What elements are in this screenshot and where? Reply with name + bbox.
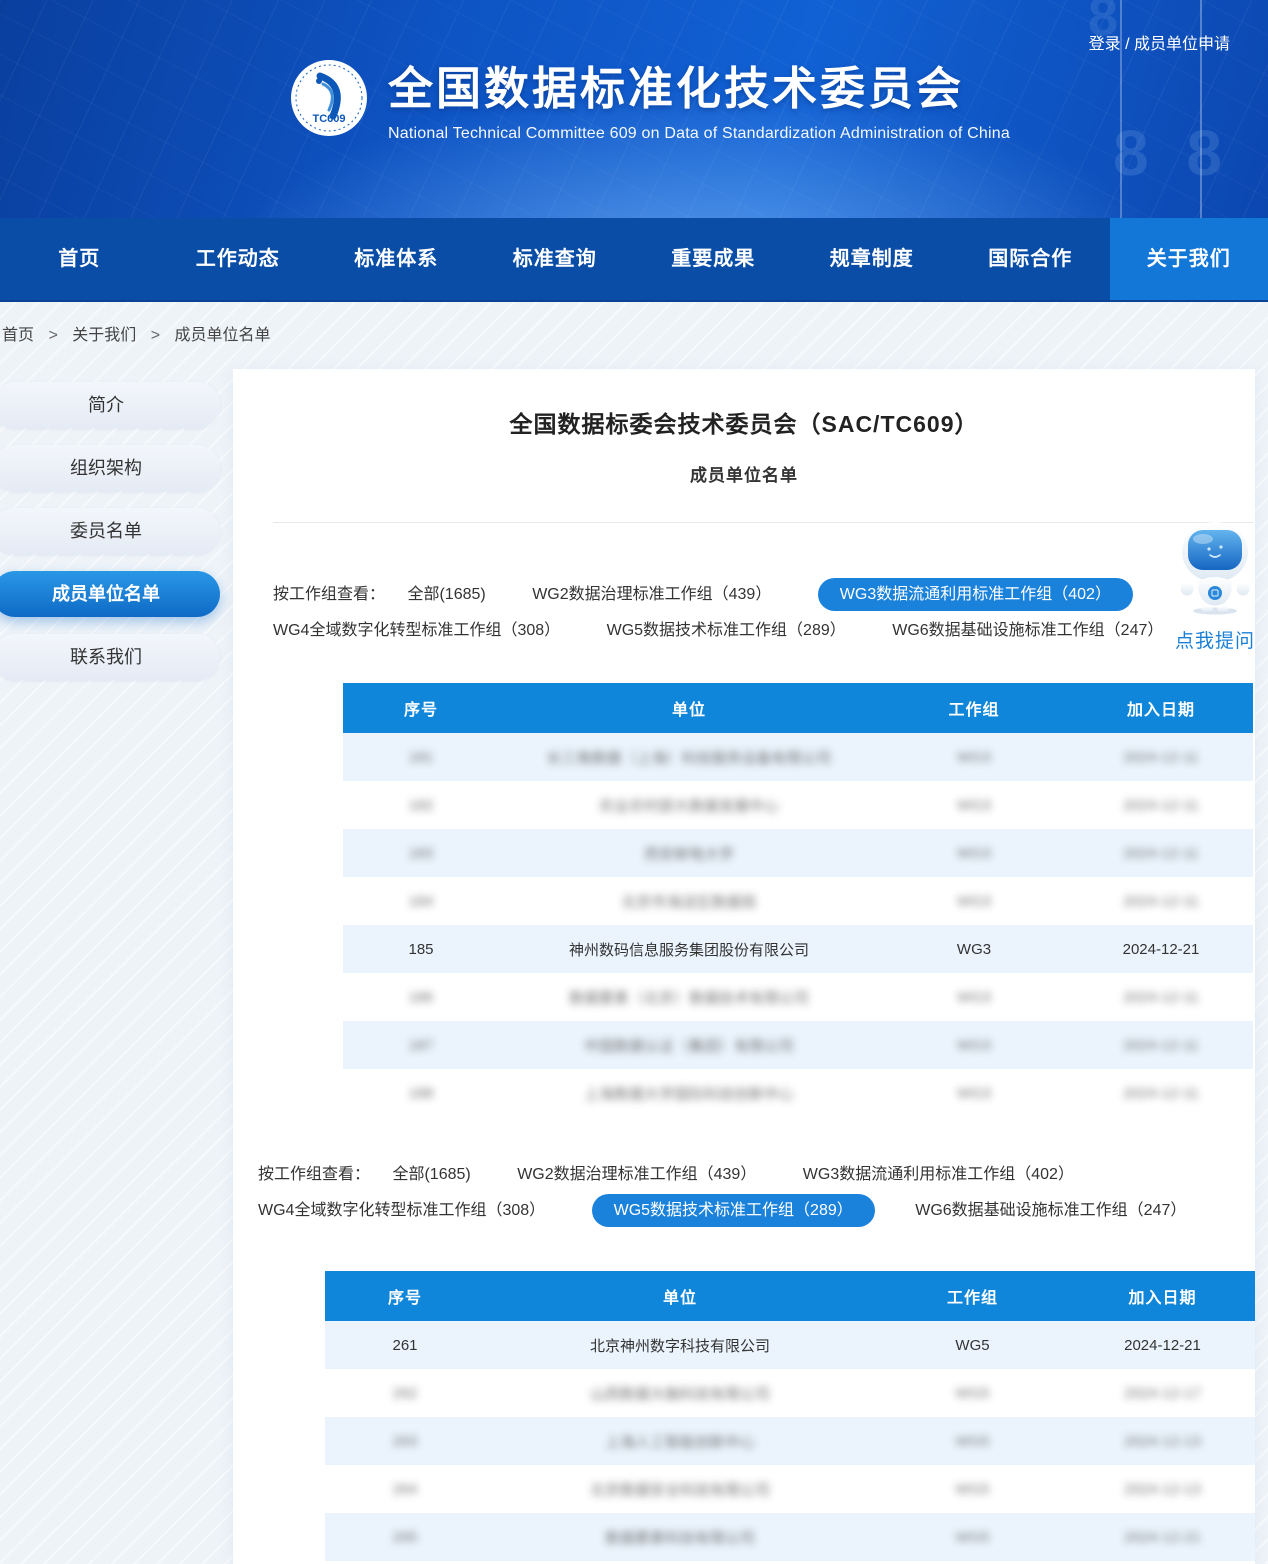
column-header: 序号 bbox=[343, 683, 499, 733]
site-subtitle-en: National Technical Committee 609 on Data… bbox=[388, 125, 1010, 143]
filter-wg6[interactable]: WG6数据基础设施标准工作组（247） bbox=[915, 1202, 1186, 1219]
filter-wg3[interactable]: WG3数据流通利用标准工作组（402） bbox=[803, 1166, 1074, 1183]
member-units-table-wg5: 序号 单位 工作组 加入日期 261 北京神州数字科技有限公司 WG5 2024… bbox=[325, 1271, 1255, 1561]
filter-label: 按工作组查看： bbox=[258, 1166, 370, 1183]
table-row: 187 中国数据认证（集团）有限公司 WG3 2024-12-11 bbox=[343, 1021, 1253, 1069]
filter-wg3[interactable]: WG3数据流通利用标准工作组（402） bbox=[818, 578, 1133, 611]
table-row-highlight: 261 北京神州数字科技有限公司 WG5 2024-12-21 bbox=[325, 1321, 1255, 1369]
filter-wg5[interactable]: WG5数据技术标准工作组（289） bbox=[592, 1194, 875, 1227]
divider bbox=[273, 522, 1253, 523]
breadcrumb-home[interactable]: 首页 bbox=[2, 327, 34, 344]
column-header: 加入日期 bbox=[1069, 683, 1253, 733]
column-header: 单位 bbox=[485, 1271, 875, 1321]
table-row: 188 上海数据大学国际科技创新中心 WG3 2024-12-11 bbox=[343, 1069, 1253, 1117]
filter-all[interactable]: 全部(1685) bbox=[407, 586, 485, 603]
nav-item-home[interactable]: 首页 bbox=[0, 218, 159, 300]
workgroup-filter-section-2: 按工作组查看： 全部(1685) WG2数据治理标准工作组（439） WG3数据… bbox=[258, 1157, 1255, 1229]
login-apply-link[interactable]: 登录 / 成员单位申请 bbox=[1089, 30, 1230, 54]
filter-wg5[interactable]: WG5数据技术标准工作组（289） bbox=[607, 622, 846, 639]
nav-item-standard-search[interactable]: 标准查询 bbox=[476, 218, 635, 300]
breadcrumb-member-units: 成员单位名单 bbox=[175, 327, 271, 344]
assistant-robot-icon[interactable] bbox=[1169, 519, 1261, 620]
assistant-label[interactable]: 点我提问 bbox=[1169, 626, 1261, 653]
table-row: 264 北京数据安全科技有限公司 WG5 2024-12-13 bbox=[325, 1465, 1255, 1513]
nav-item-international[interactable]: 国际合作 bbox=[951, 218, 1110, 300]
site-banner: 登录 / 成员单位申请 TC609 全国数据标准化技术委员会 National … bbox=[0, 0, 1268, 218]
page-subtitle: 成员单位名单 bbox=[233, 461, 1255, 486]
breadcrumb-separator: > bbox=[48, 327, 57, 344]
table-header-row: 序号 单位 工作组 加入日期 bbox=[325, 1271, 1255, 1321]
table-header-row: 序号 单位 工作组 加入日期 bbox=[343, 683, 1253, 733]
filter-all[interactable]: 全部(1685) bbox=[392, 1166, 470, 1183]
site-brand: TC609 全国数据标准化技术委员会 National Technical Co… bbox=[290, 52, 1010, 143]
breadcrumb-about[interactable]: 关于我们 bbox=[72, 327, 136, 344]
nav-item-work-news[interactable]: 工作动态 bbox=[159, 218, 318, 300]
breadcrumb-separator: > bbox=[151, 327, 160, 344]
table-row: 262 山西数据大脑科技有限公司 WG5 2024-12-17 bbox=[325, 1369, 1255, 1417]
sidebar-item-intro[interactable]: 简介 bbox=[0, 382, 220, 428]
sidebar-item-committee-members[interactable]: 委员名单 bbox=[0, 508, 220, 554]
table-row-highlight: 185 神州数码信息服务集团股份有限公司 WG3 2024-12-21 bbox=[343, 925, 1253, 973]
main-nav: 首页 工作动态 标准体系 标准查询 重要成果 规章制度 国际合作 关于我们 bbox=[0, 218, 1268, 302]
column-header: 工作组 bbox=[875, 1271, 1070, 1321]
filter-wg4[interactable]: WG4全域数字化转型标准工作组（308） bbox=[273, 622, 560, 639]
column-header: 加入日期 bbox=[1070, 1271, 1255, 1321]
assistant-widget[interactable]: 点我提问 bbox=[1169, 519, 1261, 653]
filter-wg2[interactable]: WG2数据治理标准工作组（439） bbox=[517, 1166, 756, 1183]
content-card: 全国数据标委会技术委员会（SAC/TC609） 成员单位名单 bbox=[233, 369, 1255, 1564]
column-header: 序号 bbox=[325, 1271, 485, 1321]
column-header: 工作组 bbox=[879, 683, 1069, 733]
table-row: 182 农业农村部大数据发展中心 WG3 2024-12-11 bbox=[343, 781, 1253, 829]
sidebar-item-member-units[interactable]: 成员单位名单 bbox=[0, 571, 220, 617]
sidebar: 简介 组织架构 委员名单 成员单位名单 联系我们 bbox=[0, 382, 222, 697]
nav-item-standard-system[interactable]: 标准体系 bbox=[317, 218, 476, 300]
table-row: 184 北京市海淀区数据局 WG3 2024-12-11 bbox=[343, 877, 1253, 925]
committee-logo-icon: TC609 bbox=[290, 59, 368, 137]
nav-item-regulations[interactable]: 规章制度 bbox=[793, 218, 952, 300]
filter-label: 按工作组查看： bbox=[273, 586, 385, 603]
table-row: 183 西安邮电大学 WG3 2024-12-11 bbox=[343, 829, 1253, 877]
sidebar-item-contact[interactable]: 联系我们 bbox=[0, 634, 220, 680]
member-units-table-wg3: 序号 单位 工作组 加入日期 181 长三角数据（上海）科技服务设备有限公司 W… bbox=[343, 683, 1253, 1117]
table-row: 181 长三角数据（上海）科技服务设备有限公司 WG3 2024-12-11 bbox=[343, 733, 1253, 781]
breadcrumb: 首页 > 关于我们 > 成员单位名单 bbox=[0, 302, 1268, 369]
sidebar-item-organization[interactable]: 组织架构 bbox=[0, 445, 220, 491]
filter-wg6[interactable]: WG6数据基础设施标准工作组（247） bbox=[892, 622, 1163, 639]
table-row: 265 数据要素科技有限公司 WG5 2024-12-21 bbox=[325, 1513, 1255, 1561]
table-row: 186 数据要素（北京）数据技术有限公司 WG3 2024-12-11 bbox=[343, 973, 1253, 1021]
site-title: 全国数据标准化技术委员会 bbox=[388, 52, 1010, 117]
page-title: 全国数据标委会技术委员会（SAC/TC609） bbox=[233, 369, 1255, 439]
table-row: 263 上海人工智能创新中心 WG5 2024-12-13 bbox=[325, 1417, 1255, 1465]
nav-item-about[interactable]: 关于我们 bbox=[1110, 218, 1268, 300]
filter-wg4[interactable]: WG4全域数字化转型标准工作组（308） bbox=[258, 1202, 545, 1219]
svg-text:TC609: TC609 bbox=[312, 113, 345, 125]
nav-item-achievements[interactable]: 重要成果 bbox=[634, 218, 793, 300]
column-header: 单位 bbox=[499, 683, 879, 733]
workgroup-filter-section-1: 按工作组查看： 全部(1685) WG2数据治理标准工作组（439） WG3数据… bbox=[273, 577, 1255, 649]
filter-wg2[interactable]: WG2数据治理标准工作组（439） bbox=[532, 586, 771, 603]
